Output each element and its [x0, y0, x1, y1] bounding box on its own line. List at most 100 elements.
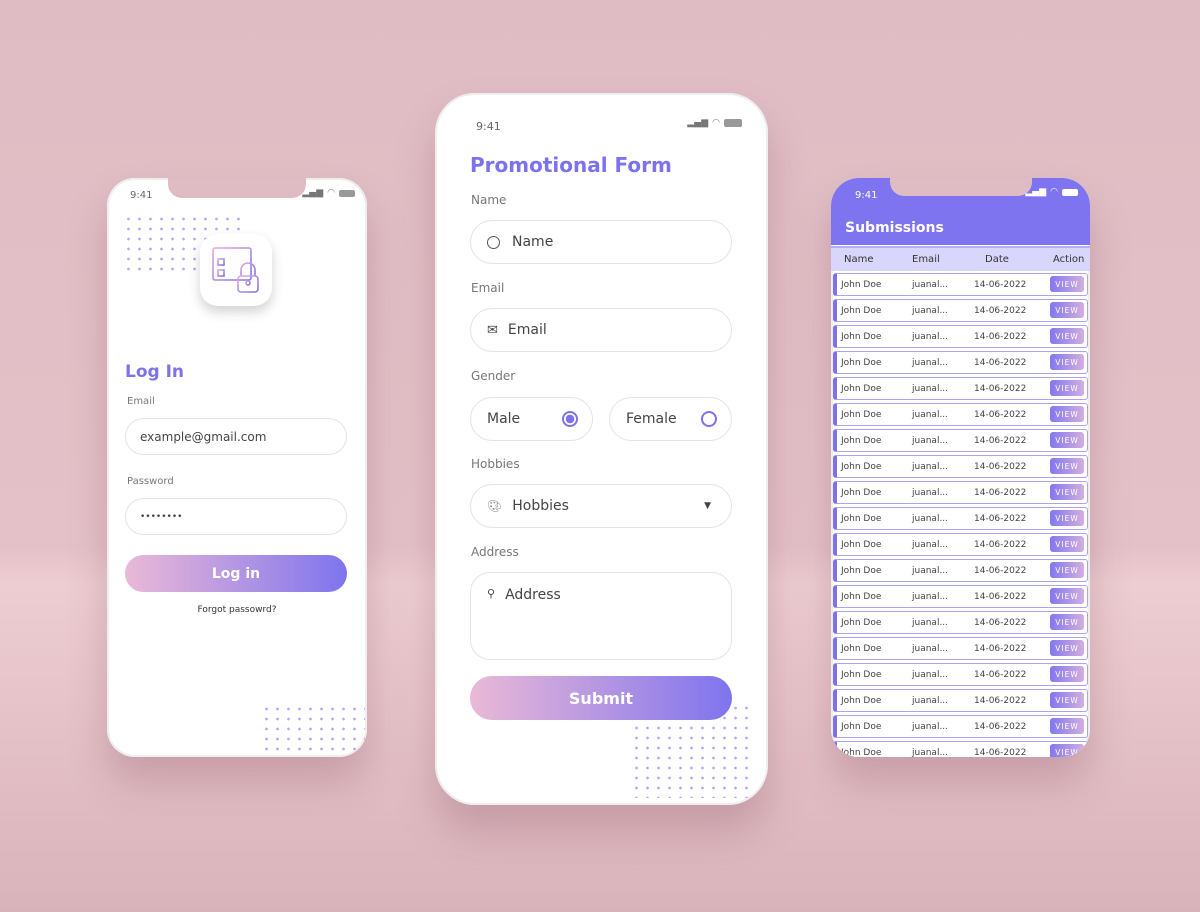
email-label: Email — [127, 396, 155, 407]
cell-date: 14-06-2022 — [974, 617, 1027, 628]
view-button[interactable]: VIEW — [1050, 692, 1084, 708]
cell-name: John Doe — [841, 305, 882, 316]
submissions-title: Submissions — [845, 220, 944, 236]
battery-icon — [724, 119, 742, 127]
notch — [889, 178, 1032, 196]
gender-radio-female[interactable]: Female — [609, 397, 732, 441]
view-button[interactable]: VIEW — [1050, 380, 1084, 396]
cell-email: juanal... — [912, 357, 949, 368]
hobbies-select[interactable]: 🎨︎ Hobbies ▼ — [470, 484, 732, 528]
table-row: John Doe juanal... 14-06-2022 VIEW — [833, 455, 1088, 478]
address-textarea[interactable]: ⚲ Address — [470, 572, 732, 660]
view-button[interactable]: VIEW — [1050, 484, 1084, 500]
submit-button[interactable]: Submit — [470, 676, 732, 720]
battery-icon — [1062, 188, 1078, 196]
cell-date: 14-06-2022 — [974, 435, 1027, 446]
view-button[interactable]: VIEW — [1050, 640, 1084, 656]
forgot-password-link[interactable]: Forgot passowrd? — [107, 605, 367, 615]
login-button[interactable]: Log in — [125, 555, 347, 592]
cell-name: John Doe — [841, 331, 882, 342]
address-placeholder: Address — [505, 587, 561, 603]
table-row: John Doe juanal... 14-06-2022 VIEW — [833, 299, 1088, 322]
cell-email: juanal... — [912, 409, 949, 420]
cell-date: 14-06-2022 — [974, 305, 1027, 316]
wifi-icon: ◠ — [1050, 187, 1058, 197]
cell-name: John Doe — [841, 487, 882, 498]
table-header: Name Email Date Action — [831, 246, 1090, 271]
cell-date: 14-06-2022 — [974, 591, 1027, 602]
wifi-icon: ◠ — [327, 188, 335, 198]
view-button[interactable]: VIEW — [1050, 406, 1084, 422]
cell-name: John Doe — [841, 565, 882, 576]
table-row: John Doe juanal... 14-06-2022 VIEW — [833, 273, 1088, 296]
cell-name: John Doe — [841, 747, 882, 758]
submissions-table-body: John Doe juanal... 14-06-2022 VIEW John Doe j… — [831, 272, 1090, 757]
secure-form-lock-icon — [212, 247, 259, 293]
cell-name: John Doe — [841, 539, 882, 550]
cell-email: juanal... — [912, 539, 949, 550]
view-button[interactable]: VIEW — [1050, 458, 1084, 474]
signal-icon: ▂▄▆ — [687, 118, 709, 128]
cell-email: juanal... — [912, 461, 949, 472]
cell-name: John Doe — [841, 669, 882, 680]
cell-email: juanal... — [912, 279, 949, 290]
view-button[interactable]: VIEW — [1050, 276, 1084, 292]
view-button[interactable]: VIEW — [1050, 666, 1084, 682]
mail-icon: ✉ — [487, 322, 498, 338]
cell-date: 14-06-2022 — [974, 409, 1027, 420]
view-button[interactable]: VIEW — [1050, 588, 1084, 604]
view-button[interactable]: VIEW — [1050, 302, 1084, 318]
table-row: John Doe juanal... 14-06-2022 VIEW — [833, 689, 1088, 712]
name-label: Name — [471, 193, 507, 207]
view-button[interactable]: VIEW — [1050, 614, 1084, 630]
email-input[interactable]: example@gmail.com — [125, 418, 347, 455]
password-value: •••••••• — [140, 511, 183, 522]
cell-date: 14-06-2022 — [974, 721, 1027, 732]
status-icons: ▂▄▆ ◠ — [687, 118, 742, 128]
cell-email: juanal... — [912, 383, 949, 394]
cell-email: juanal... — [912, 435, 949, 446]
view-button[interactable]: VIEW — [1050, 510, 1084, 526]
cell-date: 14-06-2022 — [974, 513, 1027, 524]
cell-name: John Doe — [841, 513, 882, 524]
col-date: Date — [985, 254, 1009, 265]
user-icon — [487, 235, 500, 249]
battery-icon — [339, 189, 355, 197]
table-row: John Doe juanal... 14-06-2022 VIEW — [833, 663, 1088, 686]
cell-date: 14-06-2022 — [974, 747, 1027, 758]
cell-date: 14-06-2022 — [974, 695, 1027, 706]
cell-email: juanal... — [912, 591, 949, 602]
table-row: John Doe juanal... 14-06-2022 VIEW — [833, 585, 1088, 608]
email-label: Email — [471, 281, 505, 295]
cell-date: 14-06-2022 — [974, 383, 1027, 394]
view-button[interactable]: VIEW — [1050, 744, 1084, 757]
cell-email: juanal... — [912, 643, 949, 654]
cell-name: John Doe — [841, 409, 882, 420]
address-label: Address — [471, 545, 519, 559]
view-button[interactable]: VIEW — [1050, 718, 1084, 734]
col-name: Name — [844, 254, 874, 265]
password-input[interactable]: •••••••• — [125, 498, 347, 535]
male-label: Male — [487, 411, 521, 427]
view-button[interactable]: VIEW — [1050, 354, 1084, 370]
view-button[interactable]: VIEW — [1050, 536, 1084, 552]
location-pin-icon: ⚲ — [487, 587, 496, 600]
name-placeholder: Name — [512, 234, 554, 250]
cell-email: juanal... — [912, 487, 949, 498]
view-button[interactable]: VIEW — [1050, 328, 1084, 344]
login-phone: 9:41 ▂▄▆ ◠ Log In Email example@gmail.com… — [107, 178, 367, 757]
email-input[interactable]: ✉ Email — [470, 308, 732, 352]
view-button[interactable]: VIEW — [1050, 432, 1084, 448]
view-button[interactable]: VIEW — [1050, 562, 1084, 578]
cell-email: juanal... — [912, 747, 949, 758]
submissions-phone: 9:41 ▂▄▆ ◠ Submissions Name Email Date Ac… — [831, 178, 1090, 757]
name-input[interactable]: Name — [470, 220, 732, 264]
cell-date: 14-06-2022 — [974, 461, 1027, 472]
cell-date: 14-06-2022 — [974, 357, 1027, 368]
radio-selected-icon — [562, 411, 578, 427]
table-row: John Doe juanal... 14-06-2022 VIEW — [833, 559, 1088, 582]
gender-radio-male[interactable]: Male — [470, 397, 593, 441]
cell-email: juanal... — [912, 669, 949, 680]
table-row: John Doe juanal... 14-06-2022 VIEW — [833, 611, 1088, 634]
hobbies-placeholder: Hobbies — [512, 498, 569, 514]
